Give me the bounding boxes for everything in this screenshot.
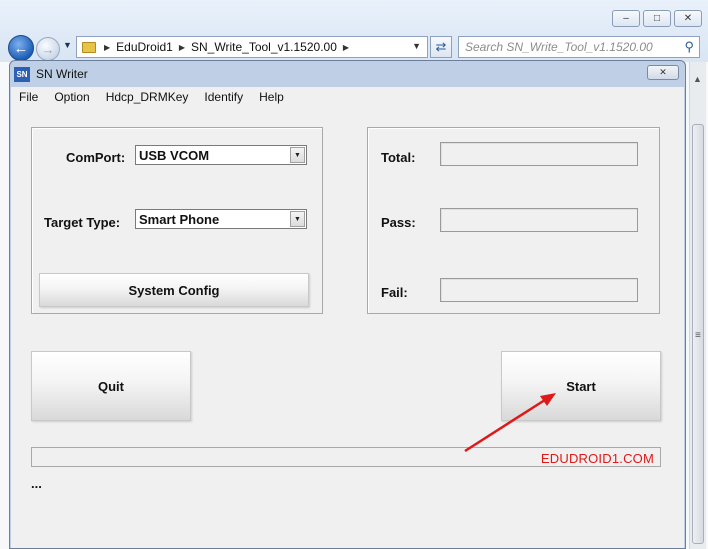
comport-label: ComPort: [66, 150, 126, 165]
total-label: Total: [381, 150, 416, 165]
target-type-label: Target Type: [44, 215, 121, 230]
address-dropdown-icon[interactable]: ▼ [412, 41, 421, 51]
forward-arrow-icon[interactable]: → [36, 37, 60, 61]
status-message: ... [31, 476, 42, 491]
menu-bar: File Option Hdcp_DRMKey Identify Help [11, 87, 684, 106]
grip-icon: ≡ [695, 330, 701, 341]
folder-icon [82, 41, 96, 53]
scroll-up-icon[interactable]: ▲ [693, 74, 702, 84]
address-bar[interactable]: ▶ EduDroid1 ▶ SN_Write_Tool_v1.1520.00 ▶… [76, 36, 428, 58]
scroll-thumb[interactable]: ≡ [692, 124, 704, 544]
search-input[interactable] [465, 38, 675, 56]
fail-label: Fail: [381, 285, 408, 300]
watermark-text: EDUDROID1.COM [540, 451, 654, 466]
close-icon[interactable]: ✕ [674, 10, 702, 27]
history-dropdown-icon[interactable]: ▼ [63, 40, 72, 50]
start-button[interactable]: Start [501, 351, 661, 421]
explorer-caption-buttons: – □ ✕ [612, 10, 702, 27]
chevron-down-icon[interactable]: ▼ [290, 211, 305, 227]
breadcrumb-edudroid1[interactable]: EduDroid1 [116, 40, 173, 54]
maximize-icon[interactable]: □ [643, 10, 671, 27]
stats-group: Total: Pass: Fail: [367, 127, 660, 314]
config-group: ComPort: USB VCOM ▼ Target Type: Smart P… [31, 127, 323, 314]
system-config-button[interactable]: System Config [39, 273, 309, 307]
chevron-down-icon[interactable]: ▼ [290, 147, 305, 163]
quit-button[interactable]: Quit [31, 351, 191, 421]
back-arrow-icon[interactable]: ← [8, 35, 34, 61]
window-title: SN Writer [36, 67, 88, 81]
menu-option[interactable]: Option [46, 90, 97, 104]
sn-writer-window: SN SN Writer ✕ File Option Hdcp_DRMKey I… [9, 60, 686, 549]
explorer-toolbar: – □ ✕ ← → ▼ ▶ EduDroid1 ▶ SN_Write_Tool_… [0, 0, 708, 63]
total-field [440, 142, 638, 166]
chevron-right-icon[interactable]: ▶ [104, 43, 110, 52]
comport-select[interactable]: USB VCOM ▼ [135, 145, 307, 165]
search-box[interactable]: ⚲ [458, 36, 700, 58]
pass-label: Pass: [381, 215, 416, 230]
title-bar[interactable]: SN SN Writer ✕ [10, 61, 685, 87]
target-type-select[interactable]: Smart Phone ▼ [135, 209, 307, 229]
menu-identify[interactable]: Identify [196, 90, 251, 104]
vertical-scrollbar[interactable]: ▲ ≡ [689, 62, 706, 549]
breadcrumb-sn-write-tool[interactable]: SN_Write_Tool_v1.1520.00 [191, 40, 337, 54]
chevron-right-icon[interactable]: ▶ [343, 43, 349, 52]
refresh-icon[interactable]: ⇄ [430, 36, 452, 58]
chevron-right-icon[interactable]: ▶ [179, 43, 185, 52]
menu-hdcp-drmkey[interactable]: Hdcp_DRMKey [98, 90, 197, 104]
close-icon[interactable]: ✕ [647, 65, 679, 80]
pass-field [440, 208, 638, 232]
fail-field [440, 278, 638, 302]
minimize-icon[interactable]: – [612, 10, 640, 27]
search-icon[interactable]: ⚲ [684, 39, 694, 55]
menu-help[interactable]: Help [251, 90, 292, 104]
target-type-value: Smart Phone [139, 212, 220, 227]
status-bar: EDUDROID1.COM [31, 447, 661, 467]
app-icon: SN [14, 66, 30, 82]
comport-value: USB VCOM [139, 148, 210, 163]
menu-file[interactable]: File [11, 90, 46, 104]
client-area: ComPort: USB VCOM ▼ Target Type: Smart P… [11, 106, 684, 548]
